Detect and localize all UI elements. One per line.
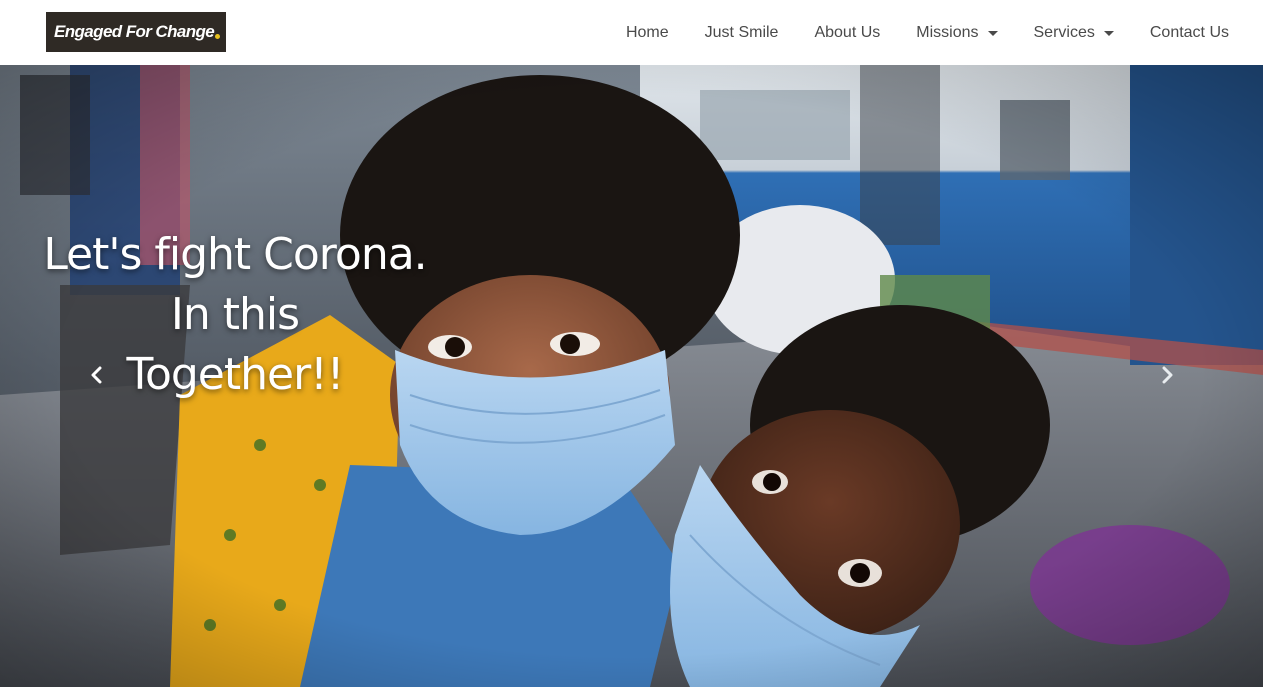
nav-item-services[interactable]: Services bbox=[1016, 24, 1132, 42]
nav-item-label: Missions bbox=[916, 23, 979, 41]
carousel-prev-button[interactable] bbox=[76, 350, 116, 400]
nav-item-label: Home bbox=[625, 23, 669, 41]
carousel-next-button[interactable] bbox=[1148, 350, 1188, 400]
caption-line: Let's fight Corona. bbox=[43, 229, 427, 280]
nav-item-about-us[interactable]: About Us bbox=[796, 24, 898, 42]
hero-carousel: Let's fight Corona. In this Together!! bbox=[0, 65, 1263, 687]
nav-item-label: Just Smile bbox=[704, 23, 779, 41]
nav-item-just-smile[interactable]: Just Smile bbox=[687, 24, 797, 42]
nav-item-contact-us[interactable]: Contact Us bbox=[1132, 24, 1229, 42]
nav-item-label: Services bbox=[1033, 23, 1095, 41]
nav-item-label: Contact Us bbox=[1149, 23, 1229, 41]
navbar: Engaged For Change Home Just Smile About… bbox=[0, 0, 1263, 65]
nav-menu: Home Just Smile About Us Missions Servic… bbox=[608, 0, 1229, 65]
chevron-right-icon bbox=[1162, 366, 1173, 384]
nav-item-missions[interactable]: Missions bbox=[898, 24, 1015, 42]
nav-item-label: About Us bbox=[814, 23, 881, 41]
chevron-left-icon bbox=[91, 366, 102, 384]
caption-line: In this bbox=[170, 289, 300, 340]
nav-item-home[interactable]: Home bbox=[608, 24, 687, 42]
brand-dot bbox=[215, 33, 221, 39]
brand-name: Engaged For Change bbox=[54, 22, 215, 41]
caret-down-icon bbox=[987, 30, 998, 36]
brand-logo[interactable]: Engaged For Change bbox=[46, 12, 226, 52]
caret-down-icon bbox=[1103, 30, 1114, 36]
